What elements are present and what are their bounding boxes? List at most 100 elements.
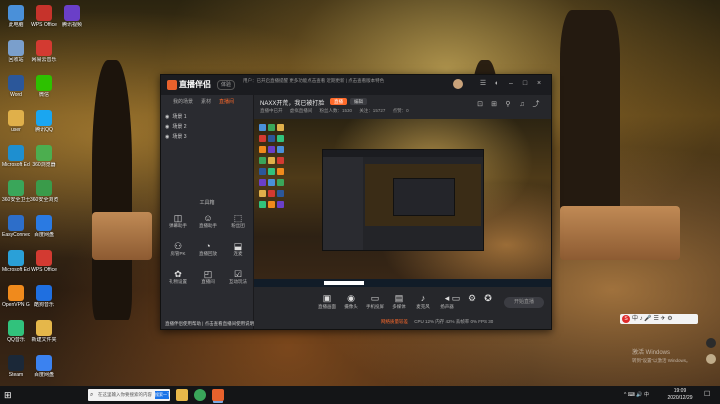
scene-item[interactable]: ◉ 场景 1 — [165, 113, 187, 120]
close-icon[interactable]: × — [535, 80, 543, 88]
update-notice[interactable]: 用户：已开启直播提醒 更多功能点击查看 近期更新 | 点击查看版本特色 — [243, 78, 423, 84]
tool-label: 房管PK — [170, 251, 186, 256]
room-stat: 直播中已开 — [260, 108, 283, 113]
live-button[interactable]: 直播 — [330, 98, 347, 105]
preview-desktop-icon — [268, 124, 275, 131]
app-icon — [8, 180, 24, 196]
desktop-icon[interactable]: OpenVPN GUI — [2, 284, 30, 318]
tool-icon: ☺ — [203, 213, 213, 223]
desktop-icon[interactable]: 回收站 — [2, 39, 30, 73]
tab-live-room[interactable]: 直播间 — [219, 98, 234, 105]
desktop-icon[interactable]: 腾讯QQ — [30, 109, 58, 143]
desktop-icon[interactable]: user — [2, 109, 30, 143]
desktop-icon[interactable]: 百度网盘 — [30, 354, 58, 388]
settings-glyph: ⚙ — [467, 293, 477, 303]
preview-desktop-icon — [259, 168, 266, 175]
tool-item[interactable]: ⚇ 房管PK — [165, 241, 191, 263]
tool-icon: ◰ — [203, 269, 213, 279]
floating-app-icon[interactable] — [706, 354, 716, 364]
desktop-icon[interactable]: 360浏览器 — [30, 144, 58, 178]
room-title[interactable]: NAXX开荒，我已被打脸 — [260, 98, 324, 107]
notification-icon[interactable]: ☐ — [704, 390, 710, 398]
desktop-icon[interactable]: 新建文件夹 — [30, 319, 58, 353]
camera-small-icon[interactable]: ▭ — [450, 293, 462, 315]
maximize-icon[interactable]: □ — [521, 80, 529, 88]
share-icon[interactable]: ⤴ — [532, 101, 540, 109]
desktop-icon[interactable]: WPS Office — [30, 249, 58, 283]
scene-item[interactable]: ◉ 场景 2 — [165, 123, 187, 130]
preview-desktop-icon — [277, 179, 284, 186]
tool-item[interactable]: ✿ 礼物设置 — [165, 269, 191, 291]
live-preview[interactable] — [254, 119, 551, 287]
desktop-icon-label: 360安全卫士 — [2, 197, 30, 203]
search-button[interactable]: 搜索一下 — [155, 391, 170, 399]
desktop-icon[interactable]: 此电脑 — [2, 4, 30, 38]
desktop-icon[interactable]: 微信 — [30, 74, 58, 108]
edit-button[interactable]: 编辑 — [350, 98, 367, 105]
app-icon — [36, 215, 52, 231]
app-icon — [8, 285, 24, 301]
tool-item[interactable]: ◰ 直播间 — [195, 269, 221, 291]
settings-icon[interactable]: ⚙ — [466, 293, 478, 315]
record-icon[interactable]: ⊞ — [490, 101, 498, 109]
tool-item[interactable]: ☑ 互动玩法 — [225, 269, 251, 291]
tab-scenes[interactable]: 我的场景 — [173, 98, 193, 105]
floating-app-icon[interactable] — [706, 338, 716, 348]
clock-date: 2020/12/29 — [667, 395, 693, 401]
taskbar-clock[interactable]: 19:09 2020/12/29 — [662, 388, 698, 402]
desktop-icon[interactable]: 360安全卫士 — [2, 179, 30, 213]
tool-label: 礼物设置 — [169, 279, 187, 284]
desktop-icon-label: 新建文件夹 — [31, 337, 57, 343]
desktop-icon[interactable]: 腾讯视频 — [58, 4, 86, 38]
app-logo-icon — [167, 79, 177, 90]
user-avatar[interactable] — [453, 79, 463, 89]
lock-icon[interactable]: ⊡ — [476, 101, 484, 109]
tool-label: 弹幕助手 — [169, 223, 187, 228]
taskbar-search-input[interactable]: ⌕ 在这里输入你要搜索的内容 搜索一下 — [88, 389, 170, 401]
desktop-icon[interactable]: Microsoft Edge — [2, 249, 30, 283]
left-panel: 我的场景 素材 直播间 ◉ 场景 1 ◉ 场景 2 ◉ 场景 3 工具箱 ◫ 弹幕助手 ☺… — [161, 95, 254, 329]
ime-text: 中 ♪ 🎤 ☰ ✈ ⚙ — [632, 316, 673, 322]
tool-item[interactable]: ⬚ 粉丝团 — [225, 213, 251, 235]
start-live-button[interactable]: 开始直播 — [504, 297, 544, 308]
desktop-icon[interactable]: EasyConnect — [2, 214, 30, 248]
minimize-icon[interactable]: – — [507, 80, 515, 88]
app-titlebar[interactable]: 直播伴侣 体验 用户：已开启直播提醒 更多功能点击查看 近期更新 | 点击查看版… — [161, 75, 551, 95]
desktop-icon[interactable]: QQ音乐 — [2, 319, 30, 353]
desktop-icon[interactable]: WPS Office — [30, 4, 58, 38]
user-icon[interactable]: ⚲ — [504, 101, 512, 109]
tool-item[interactable]: ☺ 直播助手 — [195, 213, 221, 235]
menu-icon[interactable]: ☰ — [479, 80, 487, 88]
app-icon — [36, 250, 52, 266]
bell-icon[interactable]: ♫ — [518, 101, 526, 109]
desktop-icon[interactable]: Microsoft Edge — [2, 144, 30, 178]
desktop-icon[interactable]: 酷狗音乐 — [30, 284, 58, 318]
desktop-icon[interactable]: 网易云音乐 — [30, 39, 58, 73]
tool-item[interactable]: ◫ 弹幕助手 — [165, 213, 191, 235]
taskbar-edge-icon[interactable] — [194, 389, 206, 401]
desktop-icon[interactable]: 360安全浏览器 — [30, 179, 58, 213]
eye-icon[interactable]: ◉ — [165, 134, 169, 140]
scene-item[interactable]: ◉ 场景 3 — [165, 133, 187, 140]
system-tray[interactable]: ^ ⌨ 🔊 中 — [624, 390, 649, 400]
eye-icon[interactable]: ◉ — [165, 114, 169, 120]
tool-icon: ◔ — [205, 241, 211, 251]
tool-icon: ⬚ — [233, 213, 243, 223]
sogou-icon[interactable]: S — [622, 315, 630, 323]
desktop-icon[interactable]: Word — [2, 74, 30, 108]
version-badge[interactable]: 体验 — [217, 80, 236, 90]
tab-materials[interactable]: 素材 — [201, 98, 211, 105]
preview-desktop-icon — [268, 157, 275, 164]
desktop-icon[interactable]: Steam — [2, 354, 30, 388]
taskbar-live-companion-icon[interactable] — [212, 389, 224, 401]
taskbar-file-explorer-icon[interactable] — [176, 389, 188, 401]
skin-icon[interactable]: ◐ — [493, 80, 501, 88]
desktop-icon[interactable]: 百度网盘 — [30, 214, 58, 248]
gear-icon[interactable]: ✪ — [482, 293, 494, 315]
tool-item[interactable]: ⬓ 连麦 — [225, 241, 251, 263]
windows-start-icon[interactable]: ⊞ — [4, 390, 14, 400]
preview-desktop-icon — [277, 124, 284, 131]
ime-toolbar[interactable]: S中 ♪ 🎤 ☰ ✈ ⚙ — [620, 314, 698, 324]
tool-item[interactable]: ◔ 直播回放 — [195, 241, 221, 263]
eye-icon[interactable]: ◉ — [165, 124, 169, 130]
